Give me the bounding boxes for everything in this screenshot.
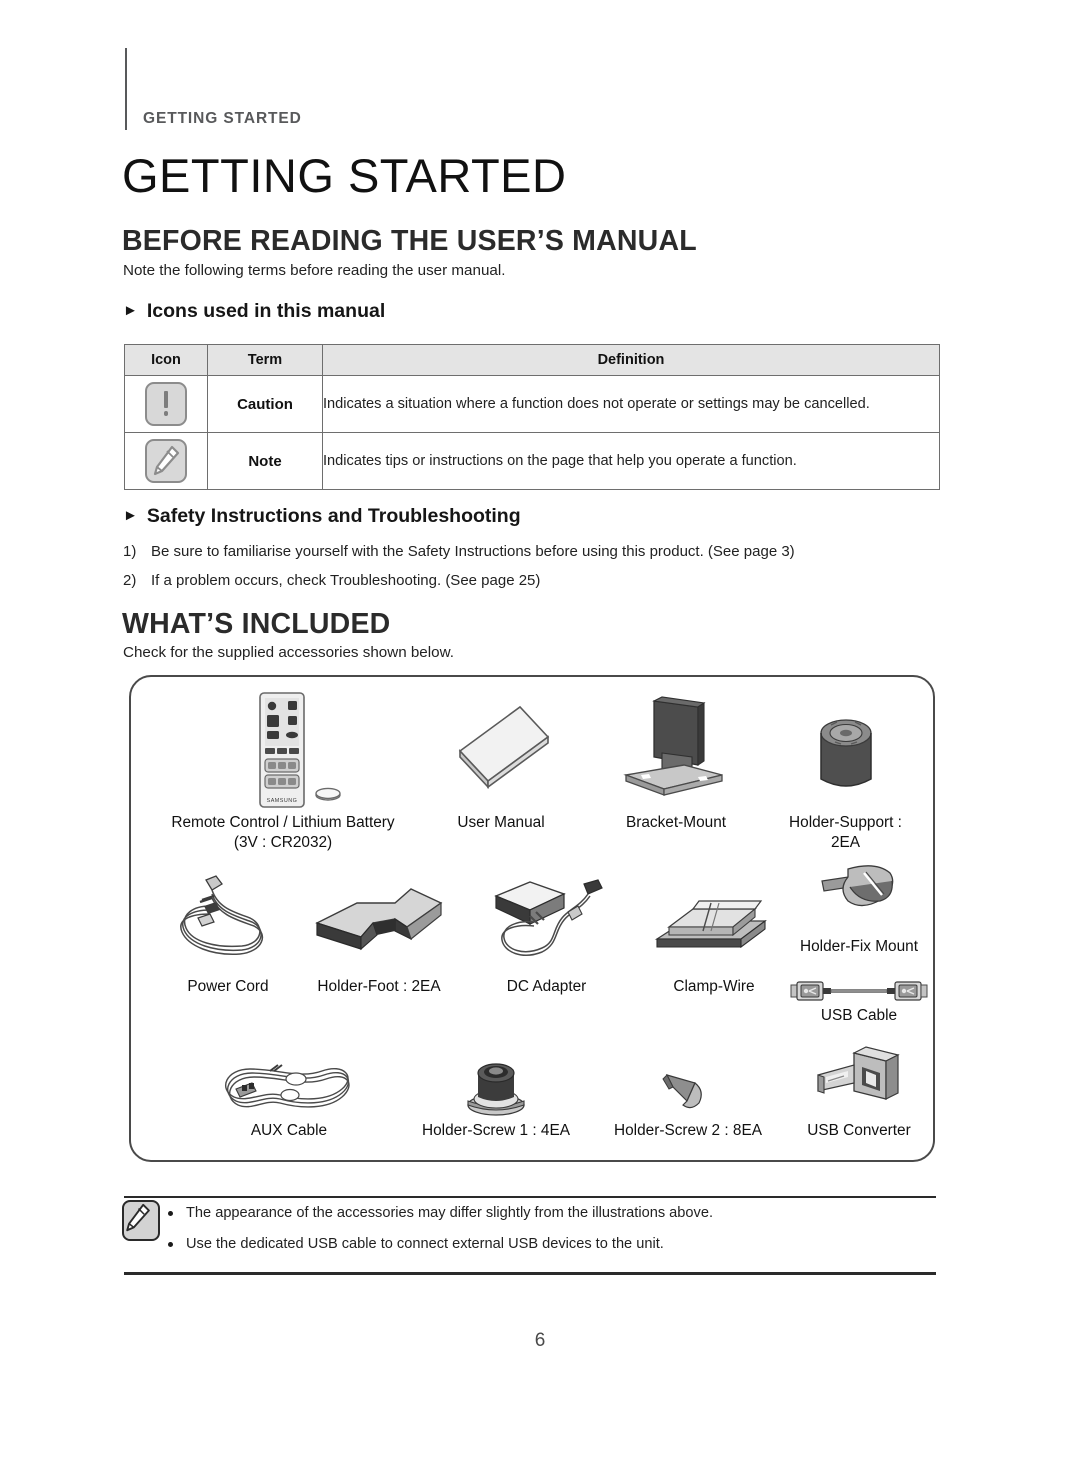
usb-converter-icon	[779, 1043, 939, 1121]
list-item-number: 1)	[123, 543, 137, 560]
table-cell-definition: Indicates a situation where a function d…	[322, 375, 940, 433]
subheading-safety-label: Safety Instructions and Troubleshooting	[146, 505, 521, 527]
list-item-text: Be sure to familiarise yourself with the…	[151, 543, 795, 560]
footnote-rule-top	[124, 1196, 936, 1198]
svg-text:SAMSUNG: SAMSUNG	[267, 798, 298, 804]
icons-table: Icon Term Definition Caution Indicates a…	[124, 344, 940, 490]
list-item: 1) Be sure to familiarise yourself with t…	[123, 543, 795, 560]
holder-screw-2-icon	[593, 1049, 783, 1121]
table-header-row: Icon Term Definition	[124, 344, 940, 376]
pen-glyph-icon	[153, 445, 180, 476]
section-heading-before-reading: BEFORE READING THE USER’S MANUAL	[122, 225, 697, 257]
dc-adapter-icon	[449, 872, 644, 977]
section-heading-whats-included: WHAT’S INCLUDED	[122, 608, 391, 640]
note-icon	[145, 439, 187, 483]
table-row: Note Indicates tips or instructions on t…	[124, 432, 940, 490]
note-icon	[122, 1200, 160, 1241]
bracket-mount-icon	[586, 691, 766, 813]
table-header-term: Term	[207, 344, 323, 376]
accessory-label: Clamp-Wire	[673, 978, 755, 995]
accessory-holder-support: Holder-Support : 2EA	[763, 691, 928, 854]
accessory-label: Holder-Screw 2 : 8EA	[614, 1122, 762, 1139]
section-lead-whats-included: Check for the supplied accessories shown…	[123, 644, 454, 661]
table-cell-definition: Indicates tips or instructions on the pa…	[322, 432, 940, 490]
table-header-icon: Icon	[124, 344, 208, 376]
accessory-label-sub: (3V : CR2032)	[233, 834, 333, 852]
subheading-icons-used-label: Icons used in this manual	[146, 300, 386, 322]
table-cell-term: Note	[207, 432, 323, 490]
user-manual-icon	[421, 691, 581, 813]
list-item: 2) If a problem occurs, check Troubleshoo…	[123, 572, 540, 589]
accessory-usb-cable: USB Cable	[779, 970, 939, 1026]
section-lead-before-reading: Note the following terms before reading …	[123, 262, 506, 279]
page-number: 6	[534, 1330, 546, 1351]
subheading-icons-used: ► Icons used in this manual	[123, 300, 385, 323]
table-cell-icon	[124, 375, 208, 433]
accessory-bracket-mount: Bracket-Mount	[586, 691, 766, 833]
list-item-number: 2)	[123, 572, 137, 589]
accessory-label: Bracket-Mount	[625, 814, 727, 831]
accessory-label: Holder-Support :	[789, 814, 902, 831]
accessory-aux-cable: AUX Cable	[189, 1049, 389, 1141]
table-header-definition: Definition	[322, 344, 940, 376]
table-row: Caution Indicates a situation where a fu…	[124, 375, 940, 433]
footnote-item: The appearance of the accessories may di…	[168, 1205, 713, 1221]
usb-cable-icon	[779, 970, 939, 1006]
accessory-label: User Manual	[457, 814, 545, 831]
holder-fix-mount-icon	[779, 859, 939, 937]
accessories-box: SAMSUNG Remote Control / Lithium Battery…	[129, 675, 935, 1162]
clamp-wire-icon	[629, 872, 799, 977]
list-item-text: If a problem occurs, check Troubleshooti…	[151, 572, 541, 589]
accessory-clamp-wire: Clamp-Wire	[629, 872, 799, 997]
accessory-holder-fix-mount: Holder-Fix Mount	[779, 859, 939, 957]
accessory-label: USB Cable	[820, 1007, 898, 1024]
page-title: GETTING STARTED	[122, 149, 567, 202]
pen-glyph-icon	[126, 1203, 150, 1232]
arrow-right-icon: ►	[123, 507, 138, 524]
holder-support-icon	[763, 691, 928, 813]
accessory-label: Holder-Screw 1 : 4EA	[422, 1122, 570, 1139]
accessory-label: AUX Cable	[250, 1122, 328, 1139]
accessory-holder-screw-1: Holder-Screw 1 : 4EA	[401, 1049, 591, 1141]
accessory-label-sub: 2EA	[830, 834, 861, 852]
footnote-item: Use the dedicated USB cable to connect e…	[168, 1236, 713, 1252]
accessory-remote-control: SAMSUNG Remote Control / Lithium Battery…	[153, 691, 413, 854]
accessory-label: DC Adapter	[506, 978, 587, 995]
footnote-list: The appearance of the accessories may di…	[168, 1205, 713, 1267]
accessory-holder-screw-2: Holder-Screw 2 : 8EA	[593, 1049, 783, 1141]
remote-control-icon: SAMSUNG	[153, 691, 413, 813]
accessory-label: Remote Control / Lithium Battery	[171, 814, 395, 831]
holder-screw-1-icon	[401, 1049, 591, 1121]
accessory-label: USB Converter	[807, 1122, 911, 1139]
accessory-dc-adapter: DC Adapter	[449, 872, 644, 997]
accessory-label: Holder-Fix Mount	[799, 938, 919, 955]
running-head-label: GETTING STARTED	[143, 110, 302, 127]
aux-cable-icon	[189, 1049, 389, 1121]
subheading-safety-instructions: ► Safety Instructions and Troubleshootin…	[123, 505, 521, 528]
table-cell-term: Caution	[207, 375, 323, 433]
caution-icon	[145, 382, 187, 426]
table-cell-icon	[124, 432, 208, 490]
running-head-rule	[125, 48, 127, 130]
accessory-usb-converter: USB Converter	[779, 1043, 939, 1141]
accessory-user-manual: User Manual	[421, 691, 581, 833]
arrow-right-icon: ►	[123, 302, 138, 319]
manual-page: GETTING STARTED GETTING STARTED BEFORE R…	[0, 0, 1080, 1479]
footnote-rule-bottom	[124, 1272, 936, 1275]
